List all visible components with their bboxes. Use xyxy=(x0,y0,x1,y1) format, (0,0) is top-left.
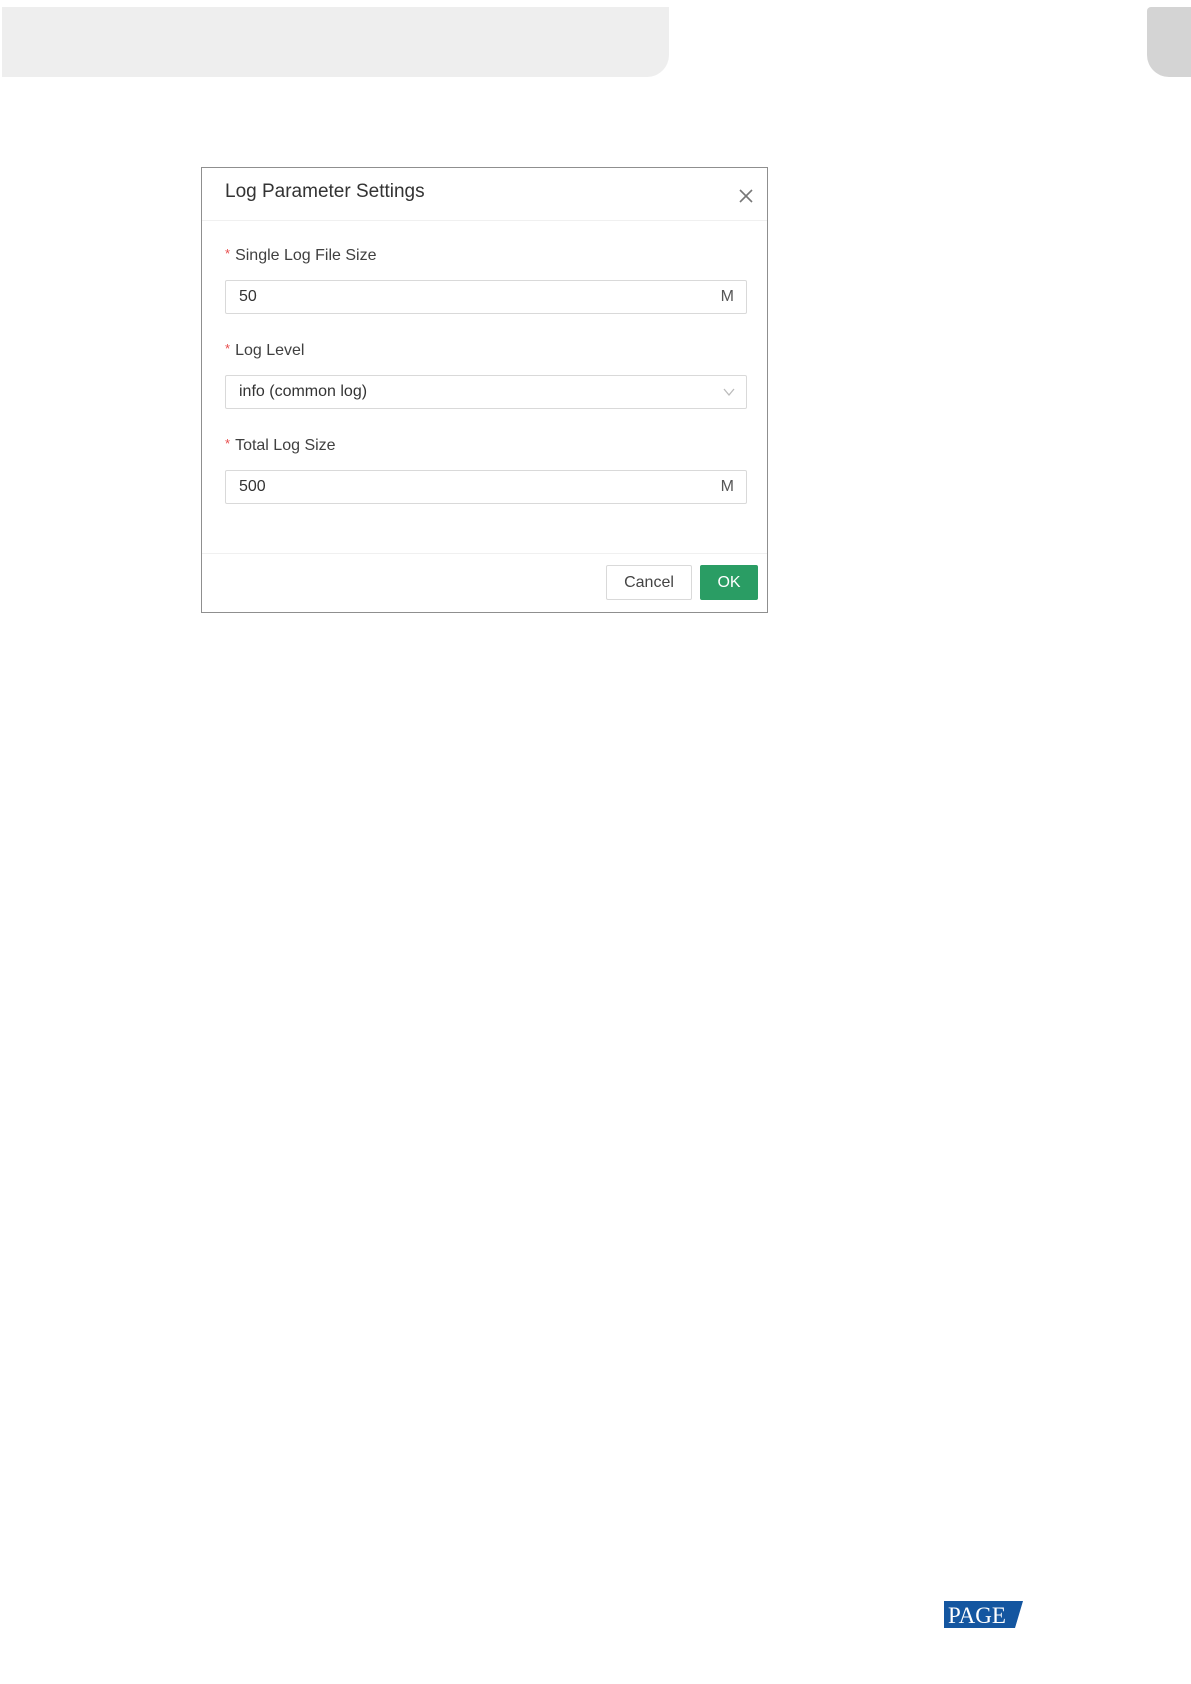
unit-suffix: M xyxy=(720,288,734,305)
select-value: info (common log) xyxy=(239,383,368,400)
page-logo: PAGE xyxy=(944,1601,1023,1628)
page-logo-text: PAGE xyxy=(948,1603,1006,1628)
log-level-label: * Log Level xyxy=(225,341,305,360)
dialog-title: Log Parameter Settings xyxy=(225,181,425,202)
corner-tab xyxy=(1147,7,1191,77)
field-label-text: Total Log Size xyxy=(235,437,336,454)
required-mark: * xyxy=(225,246,231,261)
close-icon xyxy=(739,189,753,203)
input-value: 500 xyxy=(239,478,266,495)
field-label-text: Log Level xyxy=(235,342,305,359)
page-header-bar xyxy=(2,7,669,77)
log-parameter-settings-dialog: Log Parameter Settings * Single Log File … xyxy=(201,167,768,613)
close-button[interactable] xyxy=(735,185,757,207)
input-value: 50 xyxy=(239,288,257,305)
unit-suffix: M xyxy=(720,478,734,495)
dialog-footer: Cancel OK xyxy=(202,553,767,612)
required-mark: * xyxy=(225,436,231,451)
dialog-header: Log Parameter Settings xyxy=(202,168,767,221)
single-log-file-size-label: * Single Log File Size xyxy=(225,246,377,265)
total-log-size-input[interactable]: 500 M xyxy=(225,470,747,504)
required-mark: * xyxy=(225,341,231,356)
total-log-size-label: * Total Log Size xyxy=(225,436,336,455)
cancel-button[interactable]: Cancel xyxy=(606,565,692,600)
ok-button[interactable]: OK xyxy=(700,565,758,600)
field-label-text: Single Log File Size xyxy=(235,247,377,264)
chevron-down-icon xyxy=(723,388,735,397)
log-level-select[interactable]: info (common log) xyxy=(225,375,747,409)
single-log-file-size-input[interactable]: 50 M xyxy=(225,280,747,314)
